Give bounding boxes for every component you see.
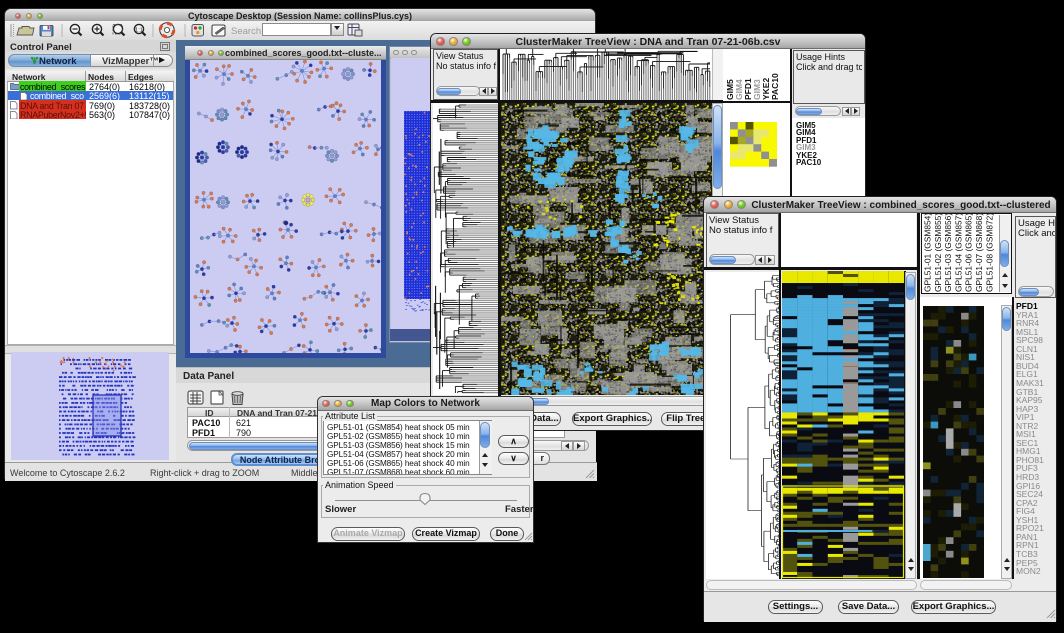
svg-text:GPL51-06 (GSM865): GPL51-06 (GSM865) bbox=[964, 213, 974, 292]
svg-text:1:1: 1:1 bbox=[135, 27, 143, 33]
svg-text:GPL51-01 (GSM854): GPL51-01 (GSM854) bbox=[923, 213, 933, 292]
svg-text:GPL51-07 (GSM868): GPL51-07 (GSM868) bbox=[974, 213, 984, 292]
svg-text:GPL51-03 (GSM856): GPL51-03 (GSM856) bbox=[943, 213, 953, 292]
svg-text:PAC10: PAC10 bbox=[770, 73, 780, 100]
svg-text:GPL51-02 (GSM855): GPL51-02 (GSM855) bbox=[933, 213, 943, 292]
svg-text:GPL51-08 (GSM872): GPL51-08 (GSM872) bbox=[984, 213, 994, 292]
svg-text:GPL51-04 (GSM857): GPL51-04 (GSM857) bbox=[953, 213, 963, 292]
